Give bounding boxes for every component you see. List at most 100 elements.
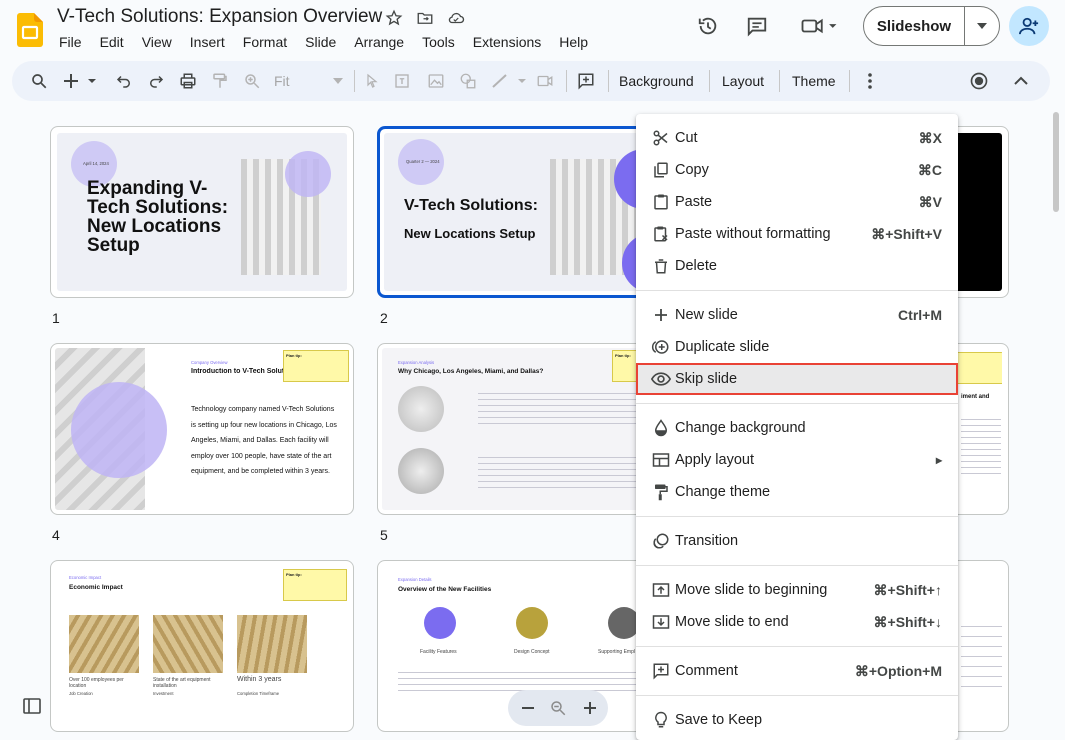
toolbar-divider bbox=[709, 70, 710, 92]
move-up-icon bbox=[649, 578, 673, 602]
cloud-saved-icon[interactable] bbox=[444, 6, 468, 30]
menu-item-skip-slide[interactable]: Skip slide bbox=[636, 363, 958, 395]
background-button[interactable]: Background bbox=[619, 73, 694, 89]
impact-label: Within 3 years bbox=[237, 676, 282, 683]
copy-icon bbox=[649, 158, 673, 182]
layout-button[interactable]: Layout bbox=[722, 73, 764, 89]
redo-icon[interactable] bbox=[144, 69, 168, 93]
zoom-icon[interactable] bbox=[240, 69, 264, 93]
share-button[interactable] bbox=[1009, 6, 1049, 46]
select-cursor-icon[interactable] bbox=[360, 69, 384, 93]
version-history-icon[interactable] bbox=[696, 14, 720, 38]
paint-roller-icon bbox=[649, 480, 673, 504]
menu-tools[interactable]: Tools bbox=[413, 33, 464, 51]
menu-divider bbox=[636, 516, 958, 517]
comments-icon[interactable] bbox=[745, 14, 769, 38]
collapse-toolbar-icon[interactable] bbox=[1009, 69, 1033, 93]
more-options-icon[interactable] bbox=[858, 69, 882, 93]
menu-help[interactable]: Help bbox=[550, 33, 597, 51]
text-box-icon[interactable] bbox=[390, 69, 414, 93]
new-slide-icon[interactable] bbox=[60, 69, 100, 93]
slide-text-lines bbox=[478, 452, 642, 492]
slide-thumbnail-1[interactable]: April 14, 2024 Expanding V-Tech Solution… bbox=[50, 126, 354, 298]
meet-icon[interactable] bbox=[797, 14, 841, 38]
menu-item-label: Delete bbox=[675, 258, 717, 274]
menu-item-shortcut: ⌘X bbox=[918, 129, 942, 146]
menu-item-apply-layout[interactable]: Apply layout ▸ bbox=[636, 444, 958, 476]
zoom-out-icon[interactable] bbox=[516, 696, 540, 720]
record-icon[interactable] bbox=[967, 69, 991, 93]
vertical-scrollbar[interactable] bbox=[1053, 112, 1059, 212]
slide-canvas: Economic Impact Economic Impact Plan tip… bbox=[55, 565, 349, 727]
menu-file[interactable]: File bbox=[50, 33, 91, 51]
slide-title: Expanding V-Tech Solutions: New Location… bbox=[87, 178, 229, 256]
menu-item-label: Paste without formatting bbox=[675, 226, 831, 242]
slide-canvas: Expansion Analysis Why Chicago, Los Ange… bbox=[382, 348, 676, 510]
menu-item-label: Change theme bbox=[675, 484, 771, 500]
menu-item-cut[interactable]: Cut ⌘X bbox=[636, 122, 958, 154]
slide-eyebrow: Economic Impact bbox=[69, 575, 102, 580]
zoom-dropdown-icon[interactable] bbox=[326, 69, 350, 93]
transition-icon bbox=[649, 529, 673, 553]
zoom-reset-icon[interactable] bbox=[546, 696, 570, 720]
move-folder-icon[interactable] bbox=[413, 6, 437, 30]
plan-tip-note: Plan tip: bbox=[283, 569, 347, 601]
slide-photo bbox=[69, 615, 139, 673]
slide-thumbnail-7[interactable]: Economic Impact Economic Impact Plan tip… bbox=[50, 560, 354, 732]
menu-item-change-theme[interactable]: Change theme bbox=[636, 476, 958, 508]
slide-title: iment and bbox=[961, 394, 990, 400]
slides-logo-icon[interactable] bbox=[17, 13, 43, 47]
menu-item-duplicate-slide[interactable]: Duplicate slide bbox=[636, 331, 958, 363]
menu-item-comment[interactable]: Comment ⌘+Option+M bbox=[636, 655, 958, 687]
menu-item-shortcut: ⌘+Shift+↑ bbox=[873, 581, 942, 598]
paste-plain-icon bbox=[649, 222, 673, 246]
menu-item-label: Comment bbox=[675, 663, 738, 679]
menu-item-paste-without-formatting[interactable]: Paste without formatting ⌘+Shift+V bbox=[636, 218, 958, 250]
slide-thumbnail-4[interactable]: Company Overview Introduction to V-Tech … bbox=[50, 343, 354, 515]
slideshow-button[interactable]: Slideshow bbox=[863, 6, 1000, 46]
filmstrip-toggle-icon[interactable] bbox=[20, 694, 44, 718]
menu-item-label: Move slide to end bbox=[675, 614, 789, 630]
image-icon[interactable] bbox=[424, 69, 448, 93]
print-icon[interactable] bbox=[176, 69, 200, 93]
menu-item-change-background[interactable]: Change background bbox=[636, 412, 958, 444]
menu-item-transition[interactable]: Transition bbox=[636, 525, 958, 557]
menu-slide[interactable]: Slide bbox=[296, 33, 345, 51]
star-icon[interactable] bbox=[382, 6, 406, 30]
paint-format-icon[interactable] bbox=[208, 69, 232, 93]
menu-view[interactable]: View bbox=[133, 33, 181, 51]
menu-item-move-to-end[interactable]: Move slide to end ⌘+Shift+↓ bbox=[636, 606, 958, 638]
menu-divider bbox=[636, 403, 958, 404]
theme-button[interactable]: Theme bbox=[792, 73, 836, 89]
menu-item-paste[interactable]: Paste ⌘V bbox=[636, 186, 958, 218]
undo-icon[interactable] bbox=[112, 69, 136, 93]
document-title[interactable]: V-Tech Solutions: Expansion Overview bbox=[57, 6, 382, 28]
add-comment-icon[interactable] bbox=[574, 69, 598, 93]
menu-insert[interactable]: Insert bbox=[181, 33, 234, 51]
menu-arrange[interactable]: Arrange bbox=[345, 33, 413, 51]
chevron-down-icon[interactable] bbox=[965, 7, 999, 45]
menu-edit[interactable]: Edit bbox=[91, 33, 133, 51]
submenu-arrow-icon: ▸ bbox=[935, 453, 942, 467]
paint-drop-icon bbox=[649, 416, 673, 440]
menu-item-copy[interactable]: Copy ⌘C bbox=[636, 154, 958, 186]
video-icon[interactable] bbox=[533, 69, 557, 93]
menu-item-new-slide[interactable]: New slide Ctrl+M bbox=[636, 299, 958, 331]
slide-title: Why Chicago, Los Angeles, Miami, and Dal… bbox=[398, 368, 544, 375]
menu-item-move-to-beginning[interactable]: Move slide to beginning ⌘+Shift+↑ bbox=[636, 574, 958, 606]
menu-item-label: Skip slide bbox=[675, 371, 738, 387]
menu-extensions[interactable]: Extensions bbox=[464, 33, 550, 51]
slide-photo bbox=[424, 607, 456, 639]
shape-icon[interactable] bbox=[456, 69, 480, 93]
menu-divider bbox=[636, 565, 958, 566]
slideshow-label[interactable]: Slideshow bbox=[864, 7, 965, 45]
menu-format[interactable]: Format bbox=[234, 33, 296, 51]
search-menus-icon[interactable] bbox=[27, 69, 51, 93]
menu-item-delete[interactable]: Delete bbox=[636, 250, 958, 282]
plan-tip-note: Plan tip: bbox=[283, 350, 349, 382]
toolbar-divider bbox=[566, 70, 567, 92]
line-icon[interactable] bbox=[488, 69, 530, 93]
zoom-in-icon[interactable] bbox=[578, 696, 602, 720]
zoom-select[interactable]: Fit bbox=[274, 73, 290, 89]
menu-item-save-to-keep[interactable]: Save to Keep bbox=[636, 704, 958, 736]
